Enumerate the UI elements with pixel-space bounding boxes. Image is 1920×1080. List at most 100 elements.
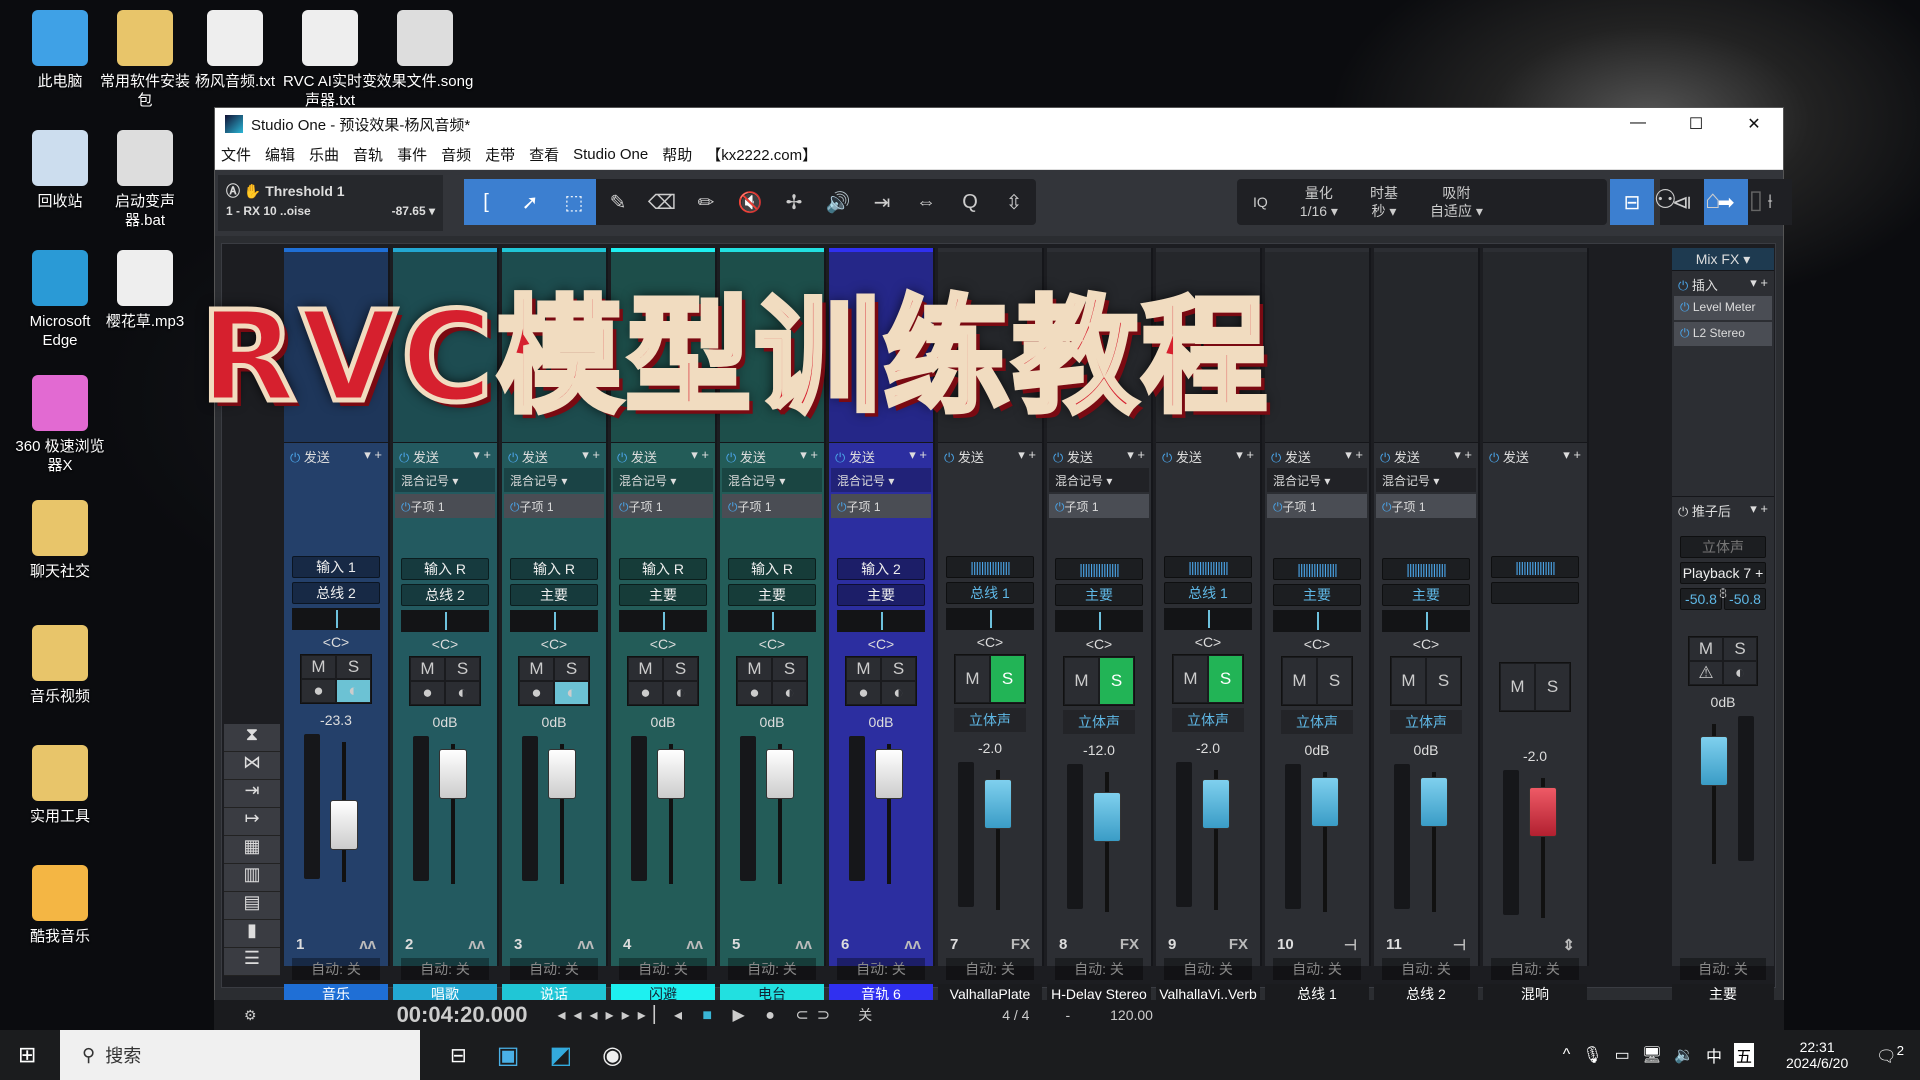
sub-slot[interactable]: ⏻子项 1	[1267, 494, 1367, 518]
automation-button[interactable]: 自动: 关	[1491, 958, 1579, 980]
main-output[interactable]: Playback 7 + 8	[1680, 562, 1766, 601]
metronome-state[interactable]: 关	[858, 1005, 872, 1025]
solo-button[interactable]: S	[663, 657, 698, 681]
stereo-label[interactable]: 立体声	[1281, 710, 1353, 734]
add-send-icon[interactable]: ▾ +	[582, 447, 600, 462]
add-send-icon[interactable]: ▾ +	[1236, 447, 1254, 462]
post-fader[interactable]: ⏻ 推子后 ▾ +	[1672, 496, 1774, 520]
maximize-button[interactable]: ☐	[1667, 114, 1725, 134]
mute-button[interactable]: M	[1689, 637, 1723, 661]
sub-slot[interactable]: ⏻子项 1	[504, 494, 604, 518]
solo-button[interactable]: S	[1208, 655, 1243, 703]
pan-control[interactable]	[946, 608, 1034, 630]
monitor-button[interactable]: ◐	[772, 681, 807, 705]
stack-icon[interactable]: ▤	[224, 892, 280, 920]
solo-button[interactable]: S	[1426, 657, 1461, 705]
solo-button[interactable]: S	[1535, 663, 1570, 711]
automation-button[interactable]: 自动: 关	[1273, 958, 1361, 980]
tray-chevron-icon[interactable]: ^	[1563, 1046, 1571, 1064]
narrow-icon[interactable]: ⋈	[224, 752, 280, 780]
automation-button[interactable]: 自动: 关	[946, 958, 1034, 980]
main-automation[interactable]: 自动: 关	[1680, 958, 1766, 980]
solo-button[interactable]: S	[1317, 657, 1352, 705]
bend-tool-icon[interactable]: ✢	[772, 179, 816, 225]
send-header[interactable]: ⏻ 发送 ▾ +	[1156, 442, 1260, 466]
time-signature[interactable]: 4 / 4	[1002, 1007, 1029, 1023]
output-select[interactable]: 主要	[1055, 584, 1143, 606]
send-header[interactable]: ⏻ 发送 ▾ +	[938, 442, 1042, 466]
menu-item[interactable]: 乐曲	[309, 144, 339, 165]
mix-select[interactable]: 混合记号 ▾	[722, 468, 822, 492]
send-header[interactable]: ⏻ 发送 ▾ +	[502, 442, 606, 466]
send-header[interactable]: ⏻ 发送 ▾ +	[829, 442, 933, 466]
keyboard-icon[interactable]: ▥	[224, 864, 280, 892]
menu-item[interactable]: 查看	[529, 144, 559, 165]
metronome-icon[interactable]: ⚠	[1689, 661, 1723, 685]
output-select[interactable]: 主要	[728, 584, 816, 606]
menu-item[interactable]: 事件	[397, 144, 427, 165]
fader-cap[interactable]	[1093, 792, 1121, 842]
send-header[interactable]: ⏻ 发送 ▾ +	[1047, 442, 1151, 466]
fader-cap[interactable]	[1700, 736, 1728, 786]
volume-fader[interactable]	[1265, 764, 1369, 924]
fader-cap[interactable]	[439, 749, 467, 799]
solo-button[interactable]: S	[990, 655, 1025, 703]
pan-control[interactable]	[1273, 610, 1361, 632]
volume-fader[interactable]	[1483, 770, 1587, 930]
fader-cap[interactable]	[1420, 777, 1448, 827]
output-select[interactable]: 总线 2	[401, 584, 489, 606]
menu-item[interactable]: 编辑	[265, 144, 295, 165]
mute-button[interactable]: M	[519, 657, 554, 681]
volume-fader[interactable]	[502, 736, 606, 896]
sync-icon[interactable]: ⚙	[244, 1007, 257, 1024]
insert-slot-level-meter[interactable]: ⏻ Level Meter	[1674, 296, 1772, 320]
volume-fader[interactable]	[1047, 764, 1151, 924]
automation-button[interactable]: 自动: 关	[728, 958, 816, 980]
skip-icon[interactable]: ⇥	[860, 179, 904, 225]
solo-button[interactable]: S	[772, 657, 807, 681]
add-send-icon[interactable]: ▾ +	[1018, 447, 1036, 462]
studio-one-taskbar-icon[interactable]: ◩	[549, 1041, 572, 1070]
pan-control[interactable]	[728, 610, 816, 632]
mix-select[interactable]: 混合记号 ▾	[831, 468, 931, 492]
transform-icon[interactable]: ⇳	[992, 179, 1036, 225]
add-send-icon[interactable]: ▾ +	[1563, 447, 1581, 462]
menu-item[interactable]: 音轨	[353, 144, 383, 165]
mix-select[interactable]: 混合记号 ▾	[504, 468, 604, 492]
solo-button[interactable]: S	[445, 657, 480, 681]
mixfx-select[interactable]: Mix FX ▾	[1672, 248, 1774, 270]
volume-fader[interactable]	[1374, 764, 1478, 924]
track-info[interactable]: Ⓐ ✋ Threshold 1 1 - RX 10 ..oise -87.65 ▾	[218, 175, 443, 231]
desktop-icon[interactable]: 音乐视频	[10, 625, 110, 706]
battery-icon[interactable]: ▭	[1615, 1045, 1630, 1065]
volume-fader[interactable]	[393, 736, 497, 896]
zoom-tool-icon[interactable]: Q	[948, 179, 992, 225]
main-input[interactable]: 立体声	[1680, 536, 1766, 558]
mute-button[interactable]: M	[410, 657, 445, 681]
pan-control[interactable]	[401, 610, 489, 632]
dim-icon[interactable]: ◐	[1723, 661, 1757, 685]
tempo[interactable]: 120.00	[1110, 1007, 1153, 1023]
network-icon[interactable]: 🖥	[1642, 1045, 1662, 1065]
desktop-icon[interactable]: 360 极速浏览器X	[10, 375, 110, 475]
home-icon[interactable]: ⌂	[1705, 184, 1721, 215]
send-header[interactable]: ⏻ 发送 ▾ +	[284, 442, 388, 466]
mix-select[interactable]: 混合记号 ▾	[395, 468, 495, 492]
mute-button[interactable]: M	[1391, 657, 1426, 705]
add-send-icon[interactable]: ▾ +	[691, 447, 709, 462]
menu-item[interactable]: 走带	[485, 144, 515, 165]
stereo-label[interactable]: 立体声	[954, 708, 1026, 732]
output-select[interactable]: 主要	[837, 584, 925, 606]
clock[interactable]: 22:31 2024/6/20	[1786, 1039, 1848, 1071]
volume-icon[interactable]: 🔉	[1674, 1045, 1694, 1065]
output-select[interactable]	[1491, 582, 1579, 604]
menu-item[interactable]: Studio One	[573, 146, 648, 163]
fader-cap[interactable]	[1529, 787, 1557, 837]
record-arm-button[interactable]: ●	[410, 681, 445, 705]
desktop-icon[interactable]: 实用工具	[10, 745, 110, 826]
input-select[interactable]: 输入 2	[837, 558, 925, 580]
send-header[interactable]: ⏻ 发送 ▾ +	[393, 442, 497, 466]
stretch-icon[interactable]: ⇔	[904, 179, 948, 225]
bracket-icon[interactable]: [	[464, 179, 508, 225]
volume-fader[interactable]	[611, 736, 715, 896]
